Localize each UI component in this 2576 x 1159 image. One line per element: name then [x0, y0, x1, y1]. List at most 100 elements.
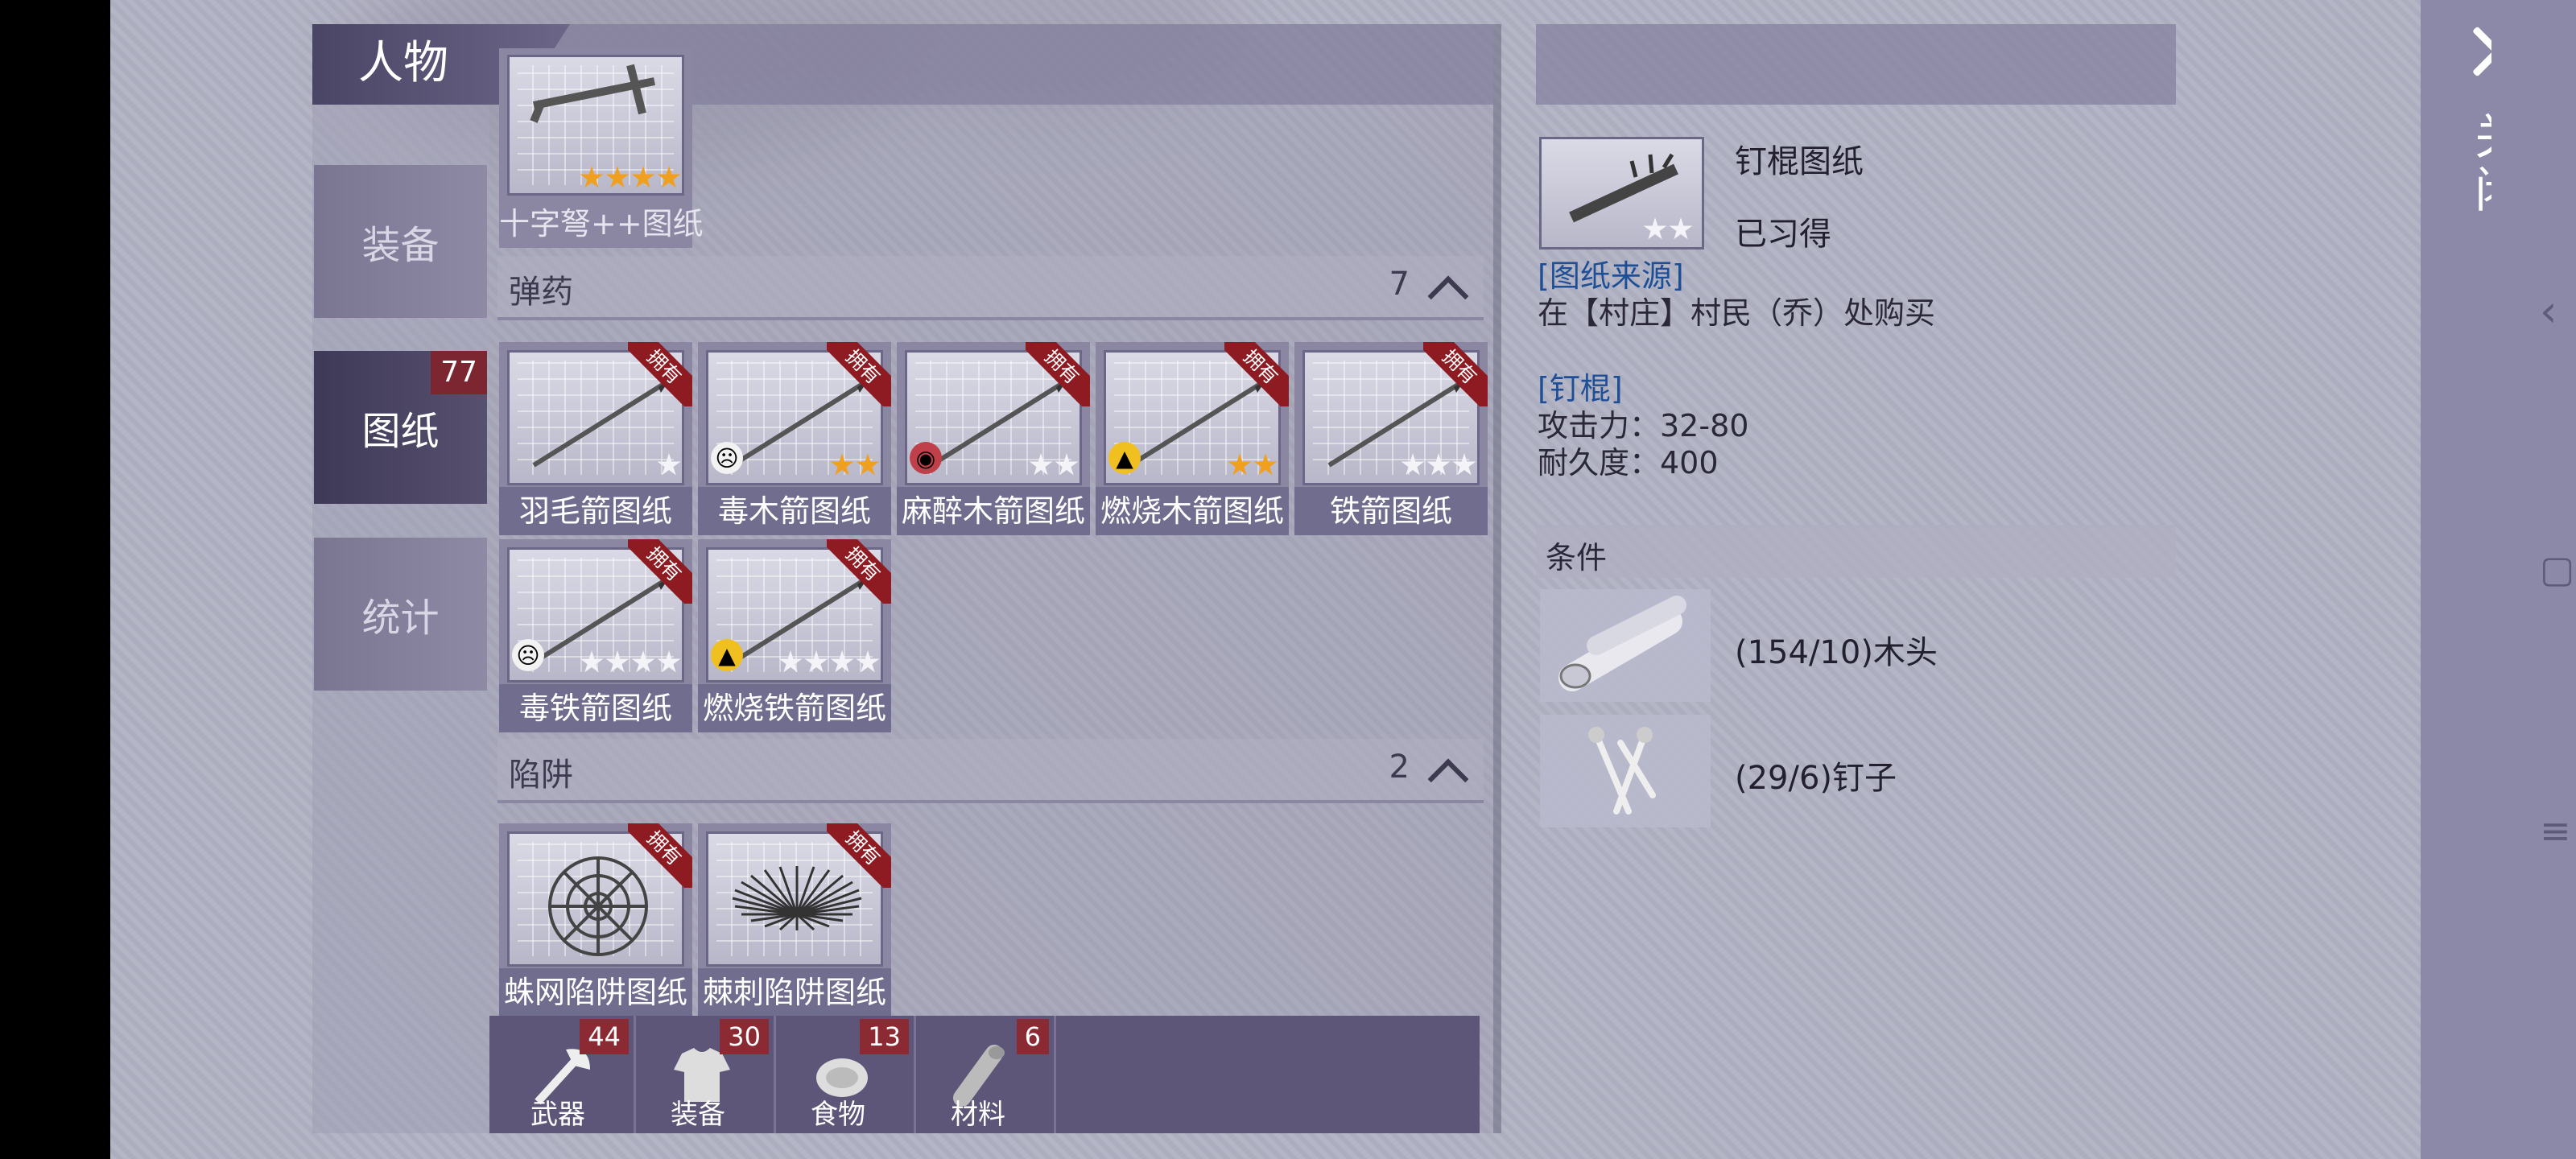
card-label: 十字弩++图纸 [499, 200, 704, 248]
window-title: 人物 [358, 37, 448, 89]
star-icon [1029, 453, 1053, 476]
blueprint-card[interactable]: 拥有 麻醉木箭图纸 ◉ [897, 342, 1090, 535]
tab-blueprints[interactable]: 图纸 77 [314, 351, 487, 504]
card-label: 羽毛箭图纸 [499, 487, 692, 535]
star-icon [580, 650, 604, 673]
fire-icon: ▲ [711, 639, 743, 671]
fire-icon: ▲ [1108, 442, 1141, 474]
card-label: 毒铁箭图纸 [499, 684, 692, 732]
owned-tag: 拥有 [1224, 342, 1289, 406]
material-wood [1540, 589, 1711, 702]
owned-tag: 拥有 [628, 342, 692, 406]
card-label: 铁箭图纸 [1294, 487, 1488, 535]
star-icon [1452, 453, 1476, 476]
blueprint-card[interactable]: 拥有羽毛箭图纸 [499, 342, 692, 535]
star-icon [631, 166, 655, 188]
category-label: 武器 [530, 1099, 585, 1131]
star-icon [580, 166, 604, 188]
blueprint-card[interactable]: 拥有 毒木箭图纸 ☹ [698, 342, 891, 535]
star-icon [1228, 453, 1252, 476]
poison-icon: ☹ [512, 639, 544, 671]
tab-blueprints-badge: 77 [431, 351, 487, 394]
category-equipment[interactable]: 30 装备 [638, 1016, 776, 1133]
chevron-up-icon[interactable] [1426, 750, 1466, 790]
category-label: 装备 [671, 1099, 725, 1131]
card-label: 燃烧铁箭图纸 [698, 684, 891, 732]
owned-ribbon: 拥有 [628, 342, 692, 406]
section-title: 陷阱 [509, 757, 573, 794]
section-count: 2 [1389, 749, 1410, 786]
star-icon [830, 650, 854, 673]
category-label: 食物 [811, 1099, 865, 1131]
category-weapons[interactable]: 44 武器 [497, 1016, 636, 1133]
section-title: 弹药 [509, 274, 573, 311]
star-icon [631, 650, 655, 673]
owned-ribbon: 拥有 [1423, 342, 1488, 406]
detail-status: 已习得 [1735, 216, 1831, 253]
owned-tag: 拥有 [1026, 342, 1090, 406]
section-header-ammo[interactable]: 弹药 7 [497, 256, 1484, 320]
category-bar: 44 武器 30 装备 13 食物 6 材料 [489, 1016, 1480, 1133]
blueprint-card[interactable]: 拥有蛛网陷阱图纸 [499, 823, 692, 1017]
owned-ribbon: 拥有 [1026, 342, 1090, 406]
owned-tag: 拥有 [827, 539, 891, 604]
owned-tag: 拥有 [1423, 342, 1488, 406]
star-icon [657, 650, 681, 673]
star-icon [778, 650, 803, 673]
owned-tag: 拥有 [827, 823, 891, 888]
owned-tag: 拥有 [628, 823, 692, 888]
card-label: 蛛网陷阱图纸 [499, 968, 692, 1017]
detail-stars [1641, 217, 1693, 241]
home-nav-icon[interactable]: ▢ [2540, 547, 2574, 591]
star-icon [1643, 217, 1667, 240]
owned-ribbon: 拥有 [628, 823, 692, 888]
detail-name: 钉棍图纸 [1735, 143, 1864, 180]
card-stars [655, 453, 681, 477]
category-label: 材料 [951, 1099, 1005, 1131]
tab-equipment-label: 装备 [361, 223, 440, 268]
nails-icon [1588, 727, 1656, 815]
star-icon [1055, 453, 1079, 476]
card-stars [777, 650, 880, 674]
owned-tag: 拥有 [827, 342, 891, 406]
blueprint-card[interactable]: 拥有棘刺陷阱图纸 [698, 823, 891, 1017]
wood-log-icon [1558, 596, 1686, 691]
owned-ribbon: 拥有 [628, 539, 692, 604]
card-label: 燃烧木箭图纸 [1096, 487, 1289, 535]
letterbox-left [0, 0, 110, 1159]
owned-ribbon: 拥有 [827, 342, 891, 406]
blueprint-card[interactable]: 拥有燃烧铁箭图纸 ▲ [698, 539, 891, 732]
blueprint-card[interactable]: 拥有燃烧木箭图纸 ▲ [1096, 342, 1289, 535]
card-stars [578, 166, 681, 190]
category-materials[interactable]: 6 材料 [918, 1016, 1056, 1133]
blueprint-card[interactable]: 拥有铁箭图纸 [1294, 342, 1488, 535]
recents-nav-icon[interactable]: ≡ [2540, 809, 2571, 852]
card-stars [1226, 453, 1278, 477]
owned-ribbon: 拥有 [1224, 342, 1289, 406]
back-nav-icon[interactable]: ‹ [2540, 286, 2557, 336]
tab-equipment[interactable]: 装备 [314, 165, 487, 318]
star-icon [830, 453, 854, 476]
section-header-traps[interactable]: 陷阱 2 [497, 739, 1484, 803]
card-label: 毒木箭图纸 [698, 487, 891, 535]
panel-divider [1493, 24, 1501, 1133]
star-icon [1401, 453, 1425, 476]
star-icon [1426, 453, 1451, 476]
card-stars [1027, 453, 1079, 477]
star-icon [657, 166, 681, 188]
conditions-title: 条件 [1546, 540, 1608, 575]
tab-statistics[interactable]: 统计 [314, 538, 487, 691]
chevron-up-icon[interactable] [1426, 267, 1466, 307]
detail-header [1536, 24, 2176, 105]
card-label: 棘刺陷阱图纸 [698, 968, 891, 1017]
blueprint-card-crossbow[interactable]: 十字弩++图纸 [499, 48, 704, 248]
blueprint-card[interactable]: 拥有毒铁箭图纸 ☹ [499, 539, 692, 732]
category-count: 30 [720, 1019, 769, 1054]
owned-ribbon: 拥有 [827, 823, 891, 888]
category-count: 44 [580, 1019, 629, 1054]
spiked-club-blueprint-icon [1539, 137, 1704, 250]
material-wood-text: (154/10)木头 [1735, 634, 1938, 671]
star-icon [856, 650, 880, 673]
category-food[interactable]: 13 食物 [778, 1016, 916, 1133]
card-label: 麻醉木箭图纸 [897, 487, 1090, 535]
